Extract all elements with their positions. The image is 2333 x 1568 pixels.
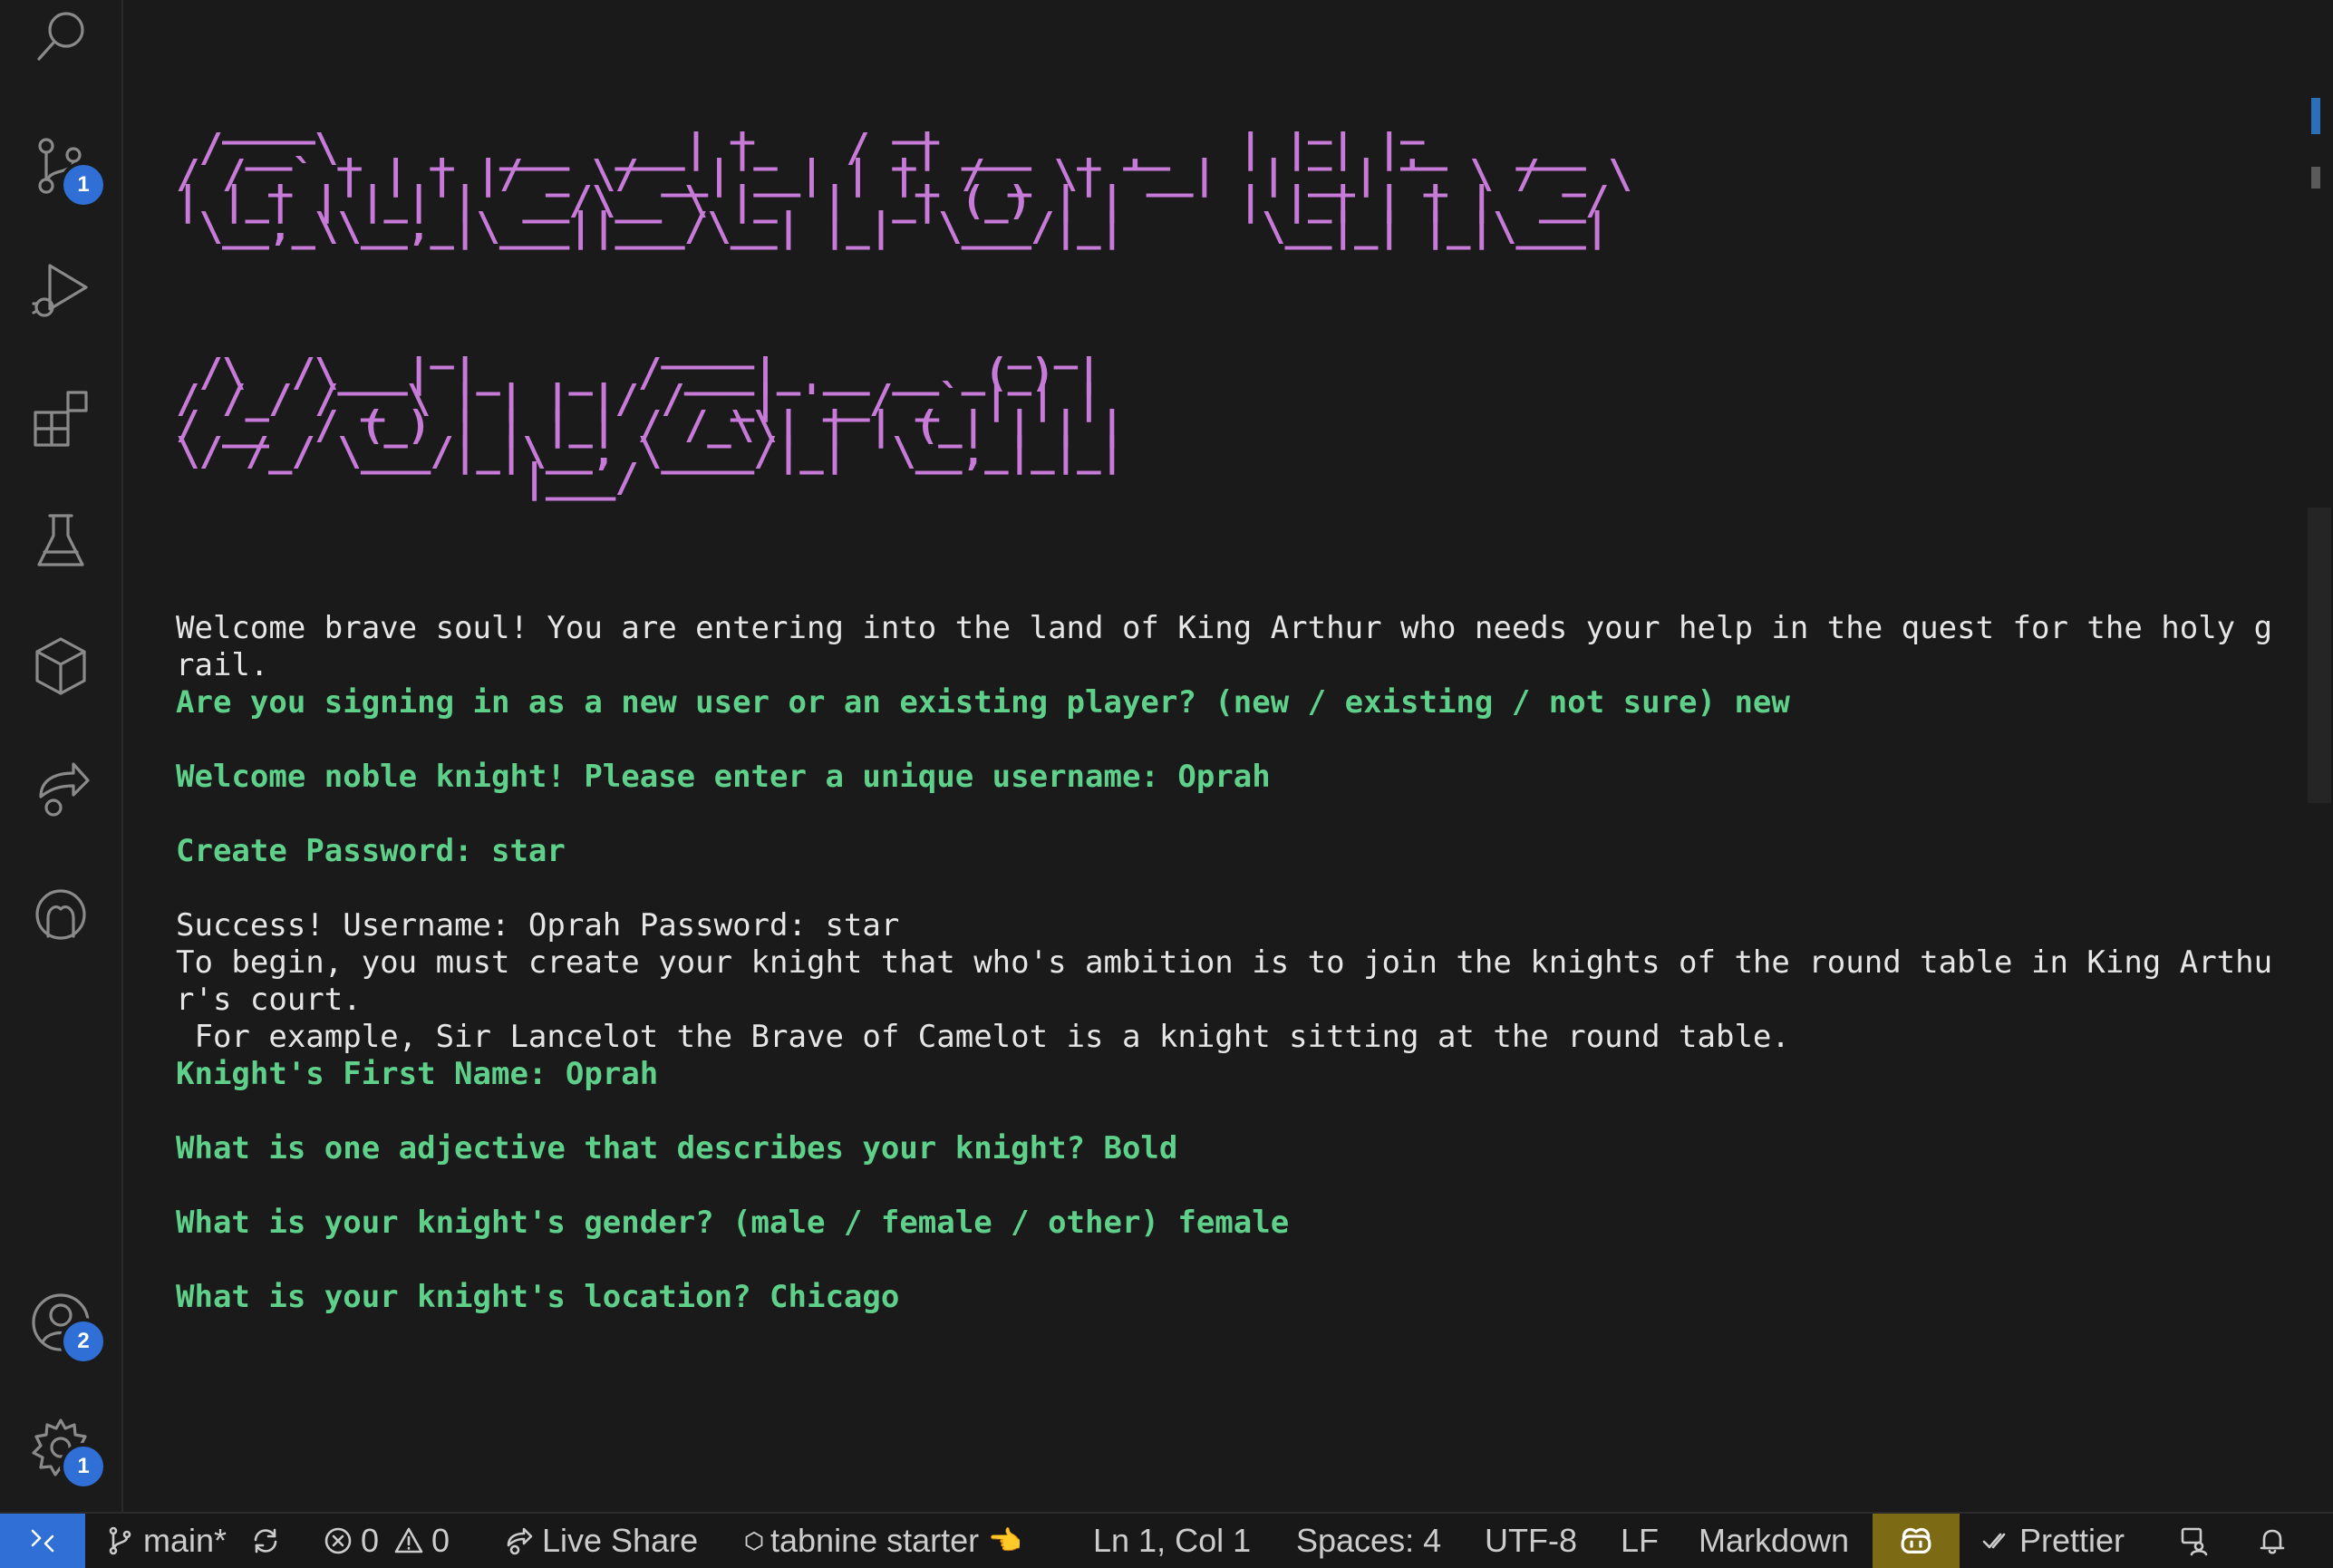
search-icon[interactable]: [24, 0, 98, 74]
status-bar: main* 0 0 Live Share tabnine starter 👈 L…: [0, 1512, 2333, 1568]
live-share-label: Live Share: [542, 1522, 699, 1559]
language-mode[interactable]: Markdown: [1699, 1514, 1849, 1568]
scrollbar-cursor-marker: [2311, 98, 2320, 134]
copilot-status[interactable]: [1873, 1514, 1960, 1568]
cursor-position[interactable]: Ln 1, Col 1: [1093, 1514, 1251, 1568]
console-prompt-line: Are you signing in as a new user or an e…: [176, 684, 1790, 721]
warning-count: 0: [431, 1522, 450, 1559]
double-check-icon: [1982, 1533, 2006, 1549]
sync-button[interactable]: [250, 1514, 281, 1568]
console-output-line: Welcome brave soul! You are entering int…: [176, 610, 2273, 646]
end-of-line[interactable]: LF: [1621, 1514, 1659, 1568]
sync-icon: [254, 1528, 277, 1553]
console-output-line: To begin, you must create your knight th…: [176, 944, 2273, 981]
problems-indicator[interactable]: 0 0: [323, 1514, 450, 1568]
console-output-line: r's court.: [176, 982, 362, 1018]
live-share-icon[interactable]: [24, 752, 98, 827]
prettier-label: Prettier: [2019, 1522, 2125, 1559]
bell-icon: [2260, 1529, 2285, 1554]
ascii-title-holy-grail: _ ____ _ _ /\ /\___| |_ _ / ___|_ __ __ …: [176, 324, 1124, 502]
accounts-icon[interactable]: 2: [24, 1285, 107, 1365]
activity-bar: 1 2 1: [0, 0, 123, 1512]
remote-explorer-icon[interactable]: [24, 629, 98, 703]
pointing-hand-icon: 👈: [988, 1525, 1022, 1556]
settings-gear-icon[interactable]: 1: [24, 1410, 107, 1490]
scrollbar-marker: [2311, 167, 2320, 189]
console-prompt-line: What is your knight's location? Chicago: [176, 1279, 900, 1315]
source-control-badge: 1: [60, 161, 107, 208]
indentation[interactable]: Spaces: 4: [1296, 1514, 1441, 1568]
ascii-title-quest-for-the: ____ _ __ _ _ / __ \_ _ ___ ___| |_ / _|…: [176, 99, 1632, 251]
git-branch-icon: [109, 1526, 131, 1555]
console-output-line: Success! Username: Oprah Password: star: [176, 907, 900, 944]
console-output-line: For example, Sir Lancelot the Brave of C…: [176, 1019, 1790, 1055]
settings-badge: 1: [60, 1443, 107, 1490]
remote-icon: [31, 1529, 54, 1553]
scrollbar-thumb[interactable]: [2308, 508, 2331, 803]
live-share-status[interactable]: Live Share: [504, 1514, 698, 1568]
feedback-icon: [2181, 1527, 2208, 1556]
error-icon: [324, 1527, 352, 1554]
editor-area[interactable]: ____ _ __ _ _ / __ \_ _ ___ ___| |_ / _|…: [123, 0, 2300, 1512]
console-output-line: rail.: [176, 647, 269, 683]
error-count: 0: [361, 1522, 380, 1559]
encoding[interactable]: UTF-8: [1485, 1514, 1577, 1568]
github-copilot-icon[interactable]: [24, 877, 98, 952]
accounts-badge: 2: [60, 1318, 107, 1365]
run-debug-icon[interactable]: [24, 254, 98, 328]
testing-icon[interactable]: [24, 504, 98, 578]
live-share-icon: [507, 1527, 533, 1555]
remote-indicator[interactable]: [0, 1514, 85, 1568]
console-prompt-line: Create Password: star: [176, 833, 566, 869]
tabnine-status[interactable]: tabnine starter 👈: [743, 1514, 1022, 1568]
console-prompt-line: Knight's First Name: Oprah: [176, 1056, 659, 1092]
feedback-button[interactable]: [2179, 1514, 2210, 1568]
source-control-icon[interactable]: 1: [24, 129, 107, 208]
extensions-icon[interactable]: [24, 381, 98, 455]
copilot-icon: [1901, 1528, 1931, 1553]
tabnine-label: tabnine starter: [770, 1522, 980, 1559]
console-prompt-line: What is one adjective that describes you…: [176, 1130, 1178, 1166]
branch-name: main*: [143, 1522, 227, 1559]
notifications-button[interactable]: [2257, 1514, 2288, 1568]
branch-indicator[interactable]: main*: [105, 1514, 227, 1568]
tabnine-icon: [745, 1531, 763, 1551]
warning-icon: [394, 1527, 423, 1553]
prettier-status[interactable]: Prettier: [1981, 1514, 2125, 1568]
console-prompt-line: Welcome noble knight! Please enter a uni…: [176, 759, 1271, 795]
console-prompt-line: What is your knight's gender? (male / fe…: [176, 1205, 1290, 1241]
editor-scrollbar[interactable]: [2304, 0, 2333, 1512]
terminal-output: Welcome brave soul! You are entering int…: [176, 610, 2279, 1316]
